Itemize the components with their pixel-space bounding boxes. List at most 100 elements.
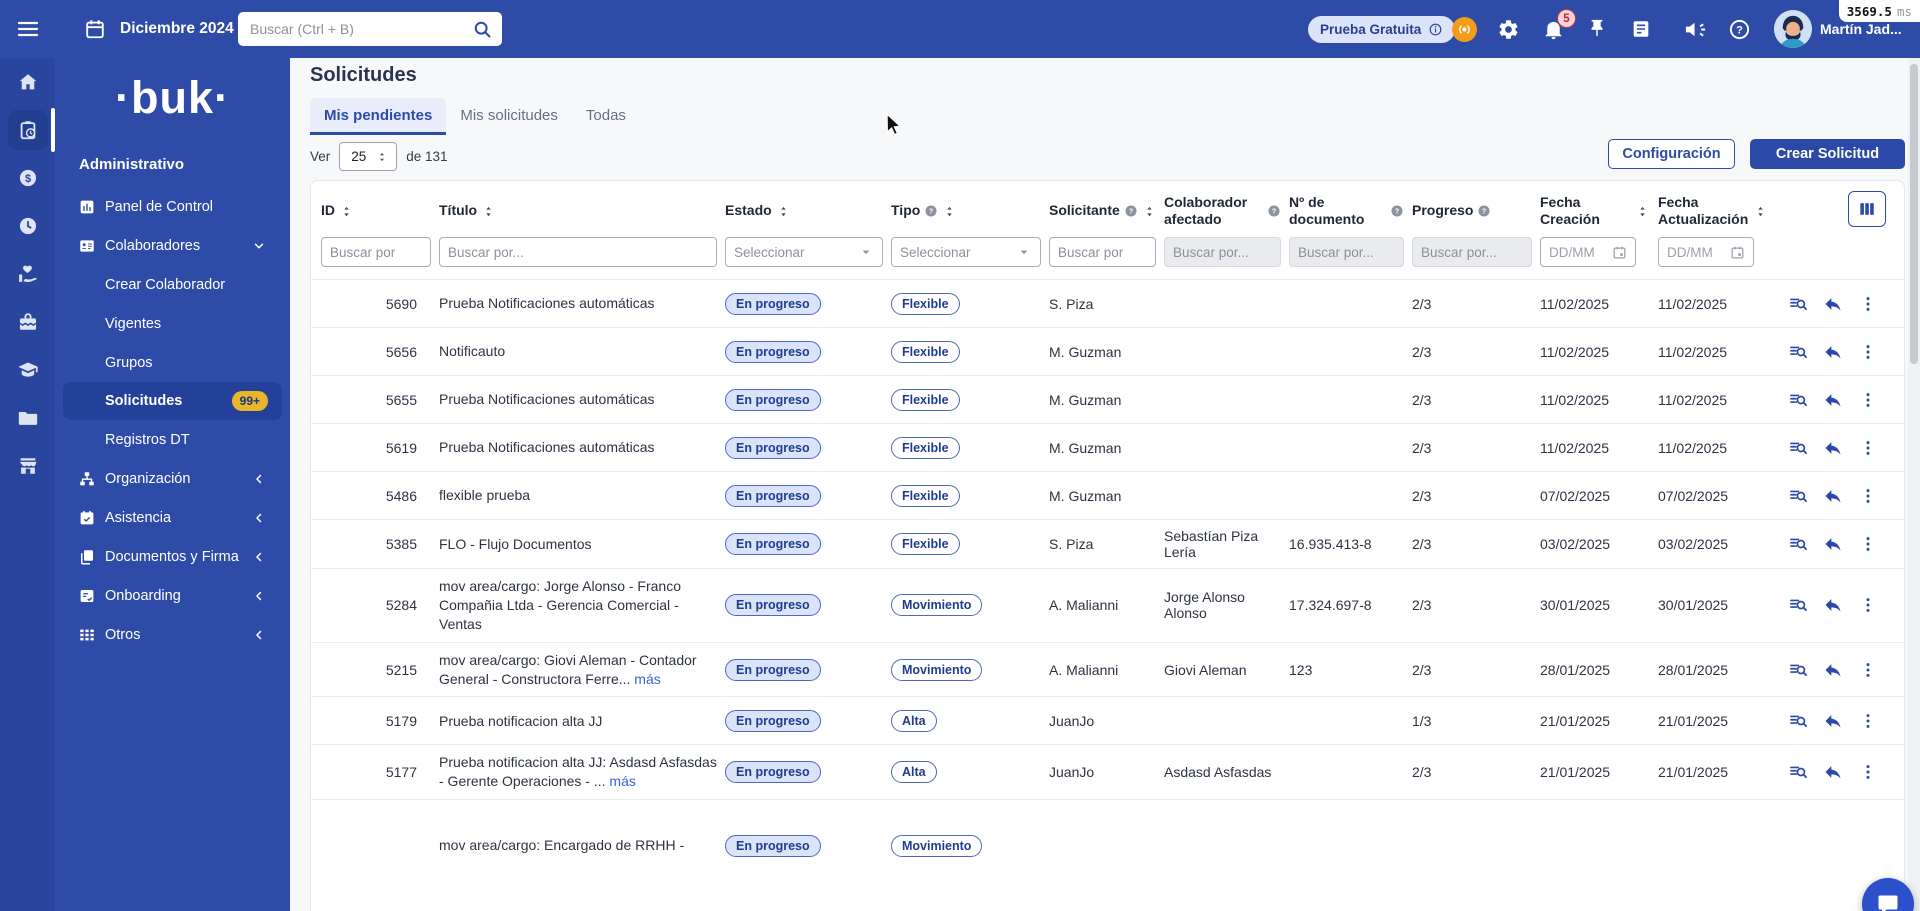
news-icon[interactable]	[1629, 17, 1653, 41]
trial-badge[interactable]: Prueba Gratuita	[1308, 16, 1456, 43]
sidebar-item-organizaci-n[interactable]: Organización	[55, 459, 290, 498]
row-return-button[interactable]	[1823, 711, 1843, 731]
column-header-solicitante[interactable]: Solicitante?	[1049, 202, 1156, 220]
filter-date-fecha-actualizaci-n[interactable]: DD/MM	[1658, 237, 1754, 267]
row-detail-button[interactable]	[1788, 762, 1808, 782]
table-row[interactable]: 5177 Prueba notificacion alta JJ: Asdasd …	[311, 744, 1904, 799]
column-header-t-tulo[interactable]: Título	[439, 202, 717, 220]
row-return-button[interactable]	[1823, 595, 1843, 615]
row-return-button[interactable]	[1823, 534, 1843, 554]
row-menu-button[interactable]	[1858, 534, 1878, 554]
row-menu-button[interactable]	[1858, 390, 1878, 410]
table-row[interactable]: 5179 Prueba notificacion alta JJ En progre…	[311, 696, 1904, 744]
column-header-fecha-actualizaci-n[interactable]: Fecha Actualización	[1658, 194, 1768, 229]
help-circle-icon[interactable]: ?	[924, 204, 938, 218]
megaphone-icon[interactable]	[1683, 17, 1707, 41]
row-return-button[interactable]	[1823, 486, 1843, 506]
expand-title-link[interactable]: más	[634, 671, 660, 687]
tab-todas[interactable]: Todas	[572, 98, 640, 135]
row-menu-button[interactable]	[1858, 294, 1878, 314]
sort-icon[interactable]	[339, 204, 354, 219]
column-header-colaborador-afectado[interactable]: Colaborador afectado?	[1164, 194, 1281, 229]
row-menu-button[interactable]	[1858, 486, 1878, 506]
rail-item-training[interactable]	[0, 346, 55, 394]
sidebar-item-crear-colaborador[interactable]: Crear Colaborador	[55, 265, 290, 304]
live-status-icon[interactable]	[1452, 17, 1477, 42]
table-row[interactable]: 5284 mov area/cargo: Jorge Alonso - Franc…	[311, 568, 1904, 642]
sidebar-item-panel-de-control[interactable]: Panel de Control	[55, 187, 290, 226]
table-row[interactable]: 5619 Prueba Notificaciones automáticas En …	[311, 423, 1904, 471]
create-request-button[interactable]: Crear Solicitud	[1750, 139, 1905, 169]
notifications-bell-icon[interactable]: 5	[1541, 9, 1576, 41]
filter-input-solicitante[interactable]	[1049, 237, 1156, 267]
sidebar-item-vigentes[interactable]: Vigentes	[55, 304, 290, 343]
row-detail-button[interactable]	[1788, 711, 1808, 731]
rail-item-home[interactable]	[0, 58, 55, 106]
filter-input-t-tulo[interactable]	[439, 237, 717, 267]
help-circle-icon[interactable]: ?	[1390, 204, 1404, 218]
row-menu-button[interactable]	[1858, 595, 1878, 615]
table-row[interactable]: 5486 flexible prueba En progreso Flexible M.…	[311, 471, 1904, 519]
table-row[interactable]: 5215 mov area/cargo: Giovi Aleman - Conta…	[311, 641, 1904, 697]
column-header-tipo[interactable]: Tipo?	[891, 202, 1041, 220]
column-header-estado[interactable]: Estado	[725, 202, 883, 220]
column-header-id[interactable]: ID	[321, 202, 431, 220]
sort-icon[interactable]	[481, 204, 496, 219]
table-row[interactable]: 5385 FLO - Flujo Documentos En progreso Fle…	[311, 519, 1904, 568]
help-circle-icon[interactable]: ?	[1477, 204, 1491, 218]
global-search[interactable]	[238, 12, 502, 46]
pin-icon[interactable]	[1585, 17, 1609, 41]
row-menu-button[interactable]	[1858, 438, 1878, 458]
row-return-button[interactable]	[1823, 390, 1843, 410]
column-settings-button[interactable]	[1848, 191, 1886, 227]
sidebar-item-otros[interactable]: Otros	[55, 615, 290, 654]
row-menu-button[interactable]	[1858, 342, 1878, 362]
rail-item-files[interactable]	[0, 394, 55, 442]
sidebar-item-onboarding[interactable]: Onboarding	[55, 576, 290, 615]
rail-item-requests[interactable]	[0, 106, 55, 154]
calendar-icon[interactable]	[84, 0, 106, 58]
filter-select-estado[interactable]: Seleccionar	[725, 237, 883, 267]
filter-date-fecha-creaci-n[interactable]: DD/MM	[1540, 237, 1636, 267]
column-header-progreso[interactable]: Progreso?	[1412, 202, 1532, 220]
tab-mis-solicitudes[interactable]: Mis solicitudes	[446, 98, 572, 135]
sort-icon[interactable]	[942, 204, 957, 219]
row-detail-button[interactable]	[1788, 294, 1808, 314]
filter-input-id[interactable]	[321, 237, 431, 267]
row-menu-button[interactable]	[1858, 762, 1878, 782]
page-size-select[interactable]: 25	[339, 142, 398, 171]
help-circle-icon[interactable]: ?	[1124, 204, 1138, 218]
row-detail-button[interactable]	[1788, 390, 1808, 410]
rail-item-marketplace[interactable]	[0, 442, 55, 490]
table-row[interactable]: 5656 Notificauto En progreso Flexible M. Guz…	[311, 327, 1904, 375]
row-detail-button[interactable]	[1788, 660, 1808, 680]
row-return-button[interactable]	[1823, 342, 1843, 362]
sidebar-item-registros-dt[interactable]: Registros DT	[55, 420, 290, 459]
row-detail-button[interactable]	[1788, 342, 1808, 362]
row-detail-button[interactable]	[1788, 595, 1808, 615]
help-icon[interactable]: ?	[1727, 17, 1751, 41]
sidebar-item-colaboradores[interactable]: Colaboradores	[55, 226, 290, 265]
global-search-input[interactable]	[238, 21, 472, 37]
sidebar-item-solicitudes[interactable]: Solicitudes 99+	[63, 382, 282, 420]
user-avatar[interactable]	[1774, 10, 1812, 48]
settings-gear-icon[interactable]	[1496, 17, 1520, 41]
help-circle-icon[interactable]: ?	[1267, 204, 1281, 218]
row-detail-button[interactable]	[1788, 486, 1808, 506]
table-row[interactable]: 5655 Prueba Notificaciones automáticas En …	[311, 375, 1904, 423]
row-return-button[interactable]	[1823, 660, 1843, 680]
search-icon[interactable]	[472, 19, 492, 39]
rail-item-payroll[interactable]: $	[0, 154, 55, 202]
rail-item-time[interactable]	[0, 202, 55, 250]
rail-item-wellbeing[interactable]	[0, 298, 55, 346]
sort-icon[interactable]	[1635, 204, 1650, 219]
configuration-button[interactable]: Configuración	[1608, 139, 1735, 169]
scrollbar-thumb[interactable]	[1910, 64, 1918, 364]
vertical-scrollbar[interactable]	[1908, 58, 1920, 911]
period-label[interactable]: Diciembre 2024	[120, 0, 234, 58]
row-menu-button[interactable]	[1858, 660, 1878, 680]
row-return-button[interactable]	[1823, 294, 1843, 314]
sort-icon[interactable]	[776, 204, 791, 219]
sidebar-item-documentos-y-firma[interactable]: Documentos y Firma	[55, 537, 290, 576]
row-menu-button[interactable]	[1858, 711, 1878, 731]
